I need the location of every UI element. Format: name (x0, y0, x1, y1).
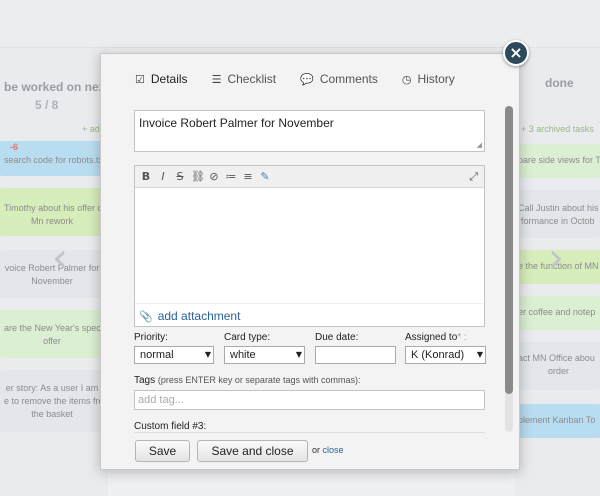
priority-select[interactable]: normal ▼ (134, 346, 214, 364)
priority-value: normal (140, 349, 174, 361)
bullet-list-icon[interactable]: ≔ (225, 170, 237, 183)
due-date-input[interactable] (315, 346, 396, 364)
card-type-label: Card type: (224, 332, 271, 343)
assigned-value: K (Konrad) (411, 349, 465, 361)
editor-body[interactable] (135, 188, 484, 304)
card-type-select[interactable]: white ▼ (224, 346, 305, 364)
italic-icon[interactable]: I (157, 170, 169, 183)
tab-label: History (417, 72, 455, 86)
clock-icon: ◷ (401, 72, 412, 86)
tab-label: Checklist (227, 72, 277, 86)
dropdown-arrow-icon: ▼ (204, 350, 211, 359)
tab-history[interactable]: ◷ History (402, 72, 455, 86)
card-type-value: white (230, 349, 256, 361)
expand-icon[interactable]: ⤢ (469, 170, 478, 184)
strikethrough-icon[interactable]: S (174, 170, 186, 183)
paperclip-icon: 📎 (139, 309, 153, 323)
tab-details[interactable]: ☑ Details (135, 72, 188, 86)
editor-toolbar: B I S ⛓ ⊘ ≔ ≡ ✎ ⤢ (135, 166, 484, 188)
dialog-tabs: ☑ Details ☰ Checklist 💬 Comments ◷ Histo… (135, 72, 479, 86)
tags-label-text: Tags (134, 375, 156, 386)
task-title-value: Invoice Robert Palmer for November (139, 116, 334, 130)
assigned-select[interactable]: K (Konrad) ▼ (405, 346, 486, 364)
bold-icon[interactable]: B (140, 170, 152, 183)
description-editor[interactable]: B I S ⛓ ⊘ ≔ ≡ ✎ ⤢ 📎 add attachment (134, 165, 485, 327)
check-square-icon: ☑ (135, 72, 145, 86)
tab-comments[interactable]: 💬 Comments (300, 72, 378, 86)
tags-label: Tags (press ENTER key or separate tags w… (134, 375, 360, 386)
list-icon: ☰ (211, 72, 222, 86)
close-link[interactable]: close (323, 445, 344, 455)
dropdown-arrow-icon: ▼ (295, 350, 302, 359)
dialog-scrollbar-thumb[interactable] (505, 106, 513, 394)
attach-label: add attachment (157, 309, 241, 323)
add-attachment-link[interactable]: 📎 add attachment (139, 309, 240, 323)
link-icon[interactable]: ⛓ (191, 170, 205, 183)
save-and-close-button[interactable]: Save and close (197, 440, 308, 462)
due-date-label: Due date: (315, 332, 359, 343)
save-button[interactable]: Save (135, 440, 190, 462)
or-close: or close (312, 445, 344, 455)
custom-field-label: Custom field #3: (134, 421, 207, 432)
comment-icon: 💬 (300, 72, 314, 86)
tags-hint: (press ENTER key or separate tags with c… (157, 375, 361, 385)
or-text: or (312, 445, 321, 455)
required-mark: * : (457, 332, 467, 343)
assigned-label-text: Assigned to (405, 332, 458, 343)
tab-checklist[interactable]: ☰ Checklist (212, 72, 277, 86)
task-edit-dialog: ☑ Details ☰ Checklist 💬 Comments ◷ Histo… (100, 53, 520, 470)
priority-label: Priority: (134, 332, 168, 343)
tags-input[interactable]: add tag... (134, 390, 485, 410)
tab-label: Details (150, 72, 188, 86)
footer-divider (134, 432, 485, 433)
clear-format-icon[interactable]: ✎ (259, 170, 271, 183)
editor-divider (135, 303, 484, 304)
tags-placeholder: add tag... (138, 394, 184, 406)
assigned-label: Assigned to* : (405, 332, 467, 343)
resize-grip-icon[interactable]: ◢ (477, 141, 482, 149)
tab-label: Comments (319, 72, 378, 86)
numbered-list-icon[interactable]: ≡ (242, 170, 254, 183)
task-title-field[interactable]: Invoice Robert Palmer for November ◢ (134, 110, 485, 152)
close-dialog-icon[interactable]: × (503, 40, 529, 66)
unlink-icon[interactable]: ⊘ (208, 170, 220, 183)
dropdown-arrow-icon: ▼ (476, 350, 483, 359)
